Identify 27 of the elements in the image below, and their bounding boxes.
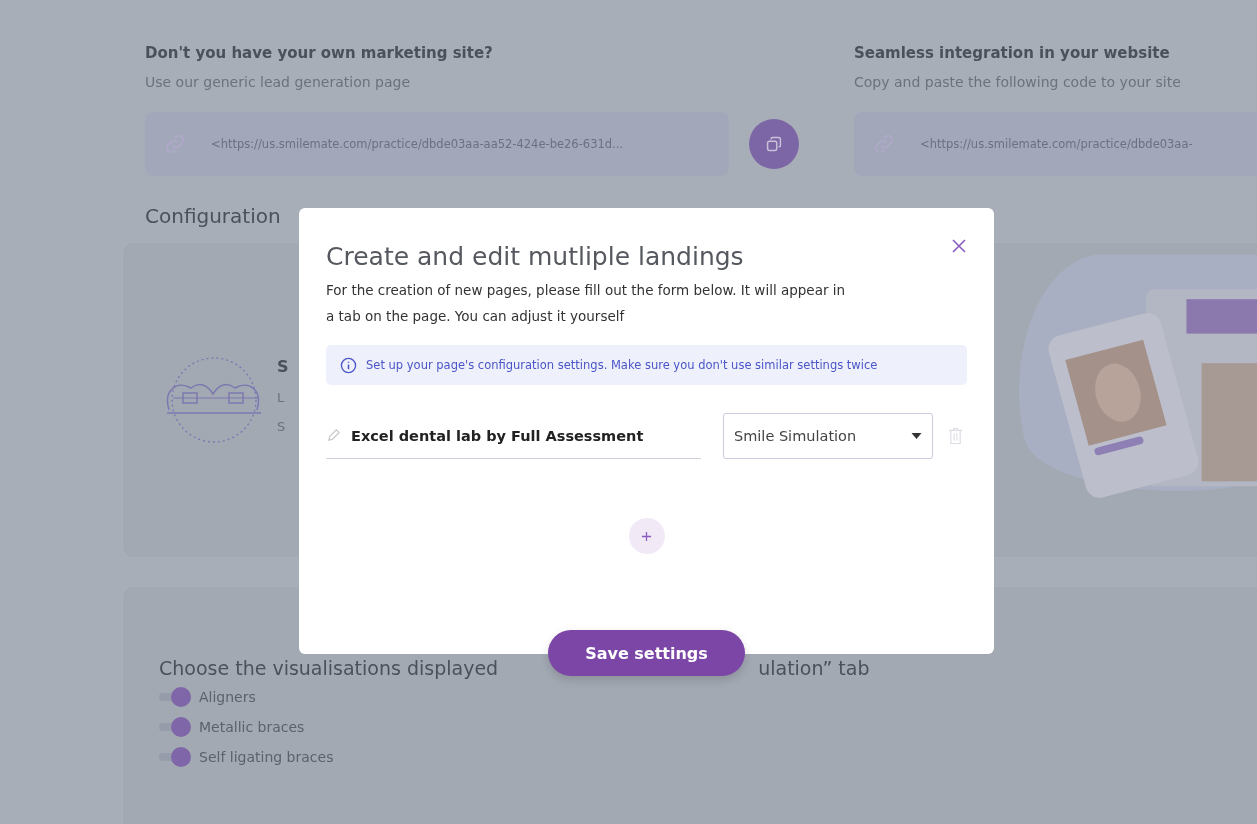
type-dropdown[interactable]: Smile Simulation [723,413,933,459]
toggle-switch[interactable] [159,747,191,767]
add-button[interactable] [628,518,665,554]
section-title: Seamless integration in your website [854,44,1171,62]
modal-title: Create and edit mutliple landings [326,242,744,271]
section-title: Don't you have your own marketing site? [145,44,494,62]
modal-description: For the creation of new pages, please fill out the form below. It will appear in a tab on the page. You can adjust it yourself [326,281,846,326]
section-subtitle: Copy and paste the following code to your site [854,74,1182,90]
section-subtitle: Use our generic lead generation page [145,74,411,90]
pencil-icon [326,428,341,443]
toggle-label: Self ligating braces [199,749,334,765]
toggle-label: Aligners [199,689,256,705]
name-field[interactable]: Excel dental lab by Full Assessment [326,413,701,459]
toggle-switch[interactable] [159,717,191,737]
section-heading: Choose the visualisations displayed [159,657,499,679]
trash-icon[interactable] [948,426,963,446]
toggle-label: Metallic braces [199,719,305,735]
section-heading: ulation” tab [758,657,870,679]
save-button[interactable]: Save settings [548,630,745,676]
section-heading: Configuration [145,204,282,228]
caret-icon [911,433,922,439]
plus-icon [641,530,652,542]
toggle-switch[interactable] [159,687,191,707]
info-icon [340,356,357,374]
card-title: S [277,356,289,376]
info-text: Set up your page's configuration settings. Make sure you don't use similar settings twice [366,358,878,372]
copy-button[interactable] [749,119,799,169]
